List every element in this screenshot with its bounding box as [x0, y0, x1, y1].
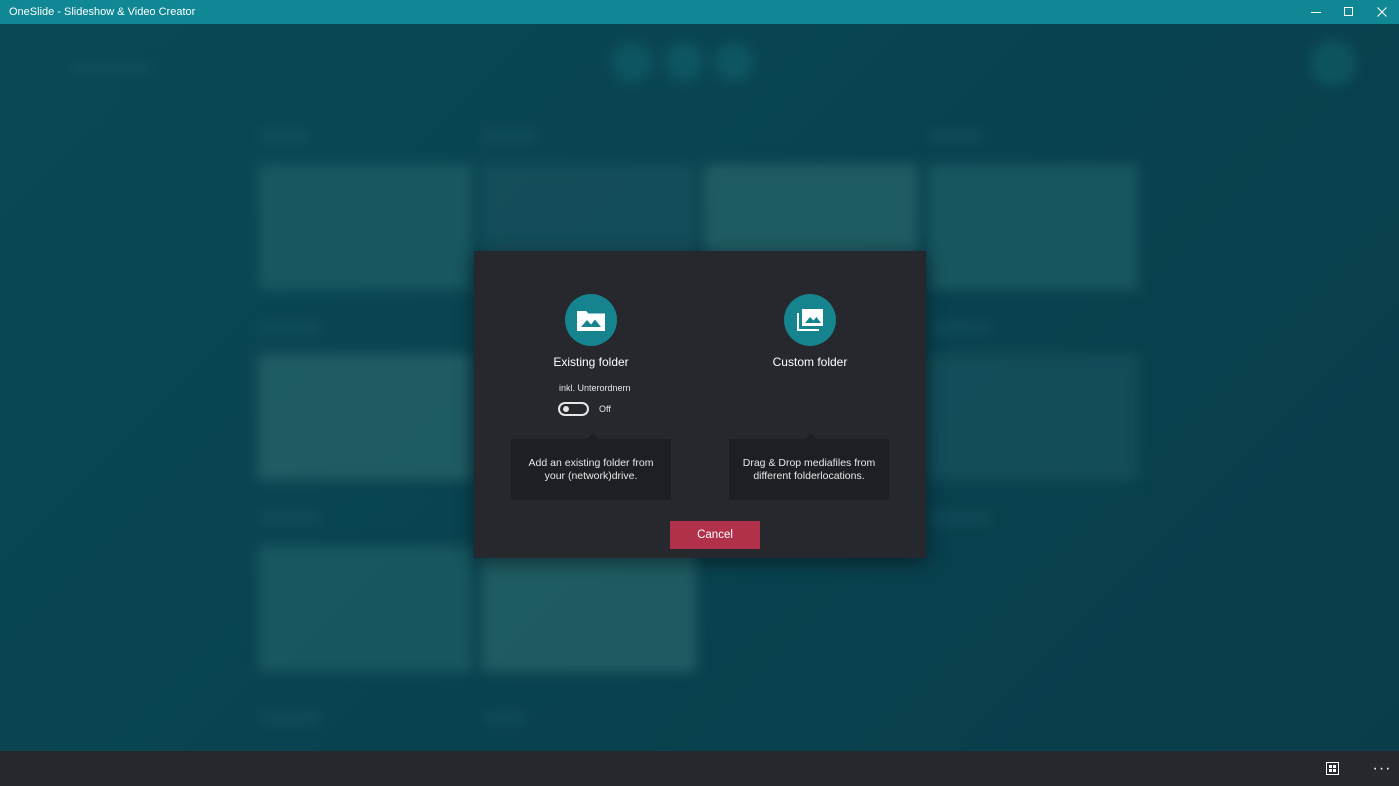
more-options-icon: ··· [1372, 759, 1392, 777]
close-button[interactable] [1365, 0, 1399, 24]
add-folder-dialog: Existing folder inkl. Unterordnern Off A… [474, 251, 926, 558]
existing-folder-title: Existing folder [553, 355, 629, 369]
existing-folder-tooltip-text: Add an existing folder from your (networ… [528, 456, 654, 482]
custom-folder-tooltip: Drag & Drop mediafiles from different fo… [729, 433, 889, 500]
title-bar: OneSlide - Slideshow & Video Creator [0, 0, 1399, 24]
include-subfolders-label: inkl. Unterordnern [559, 383, 631, 393]
toggle-knob [563, 406, 569, 412]
image-stack-icon [797, 309, 823, 331]
existing-folder-button[interactable] [565, 294, 617, 346]
existing-folder-tooltip: Add an existing folder from your (networ… [511, 433, 671, 500]
minimize-button[interactable] [1299, 0, 1333, 24]
existing-folder-option: Existing folder inkl. Unterordnern Off A… [474, 251, 700, 501]
close-icon [1377, 7, 1387, 17]
minimize-icon [1311, 12, 1321, 13]
grid-view-button[interactable] [1322, 751, 1342, 786]
custom-folder-button[interactable] [784, 294, 836, 346]
include-subfolders-toggle[interactable] [558, 402, 589, 416]
cancel-button[interactable]: Cancel [670, 521, 760, 549]
custom-folder-title: Custom folder [772, 355, 848, 369]
folder-image-icon [577, 311, 605, 331]
custom-folder-tooltip-text: Drag & Drop mediafiles from different fo… [742, 456, 876, 482]
window-title: OneSlide - Slideshow & Video Creator [9, 6, 196, 18]
more-options-button[interactable]: ··· [1368, 751, 1396, 786]
maximize-button[interactable] [1332, 0, 1366, 24]
toggle-state-text: Off [599, 404, 611, 414]
command-bar: ··· [0, 751, 1399, 786]
maximize-icon [1344, 7, 1353, 16]
grid-view-icon [1325, 762, 1339, 775]
custom-folder-option: Custom folder Drag & Drop mediafiles fro… [700, 251, 926, 501]
